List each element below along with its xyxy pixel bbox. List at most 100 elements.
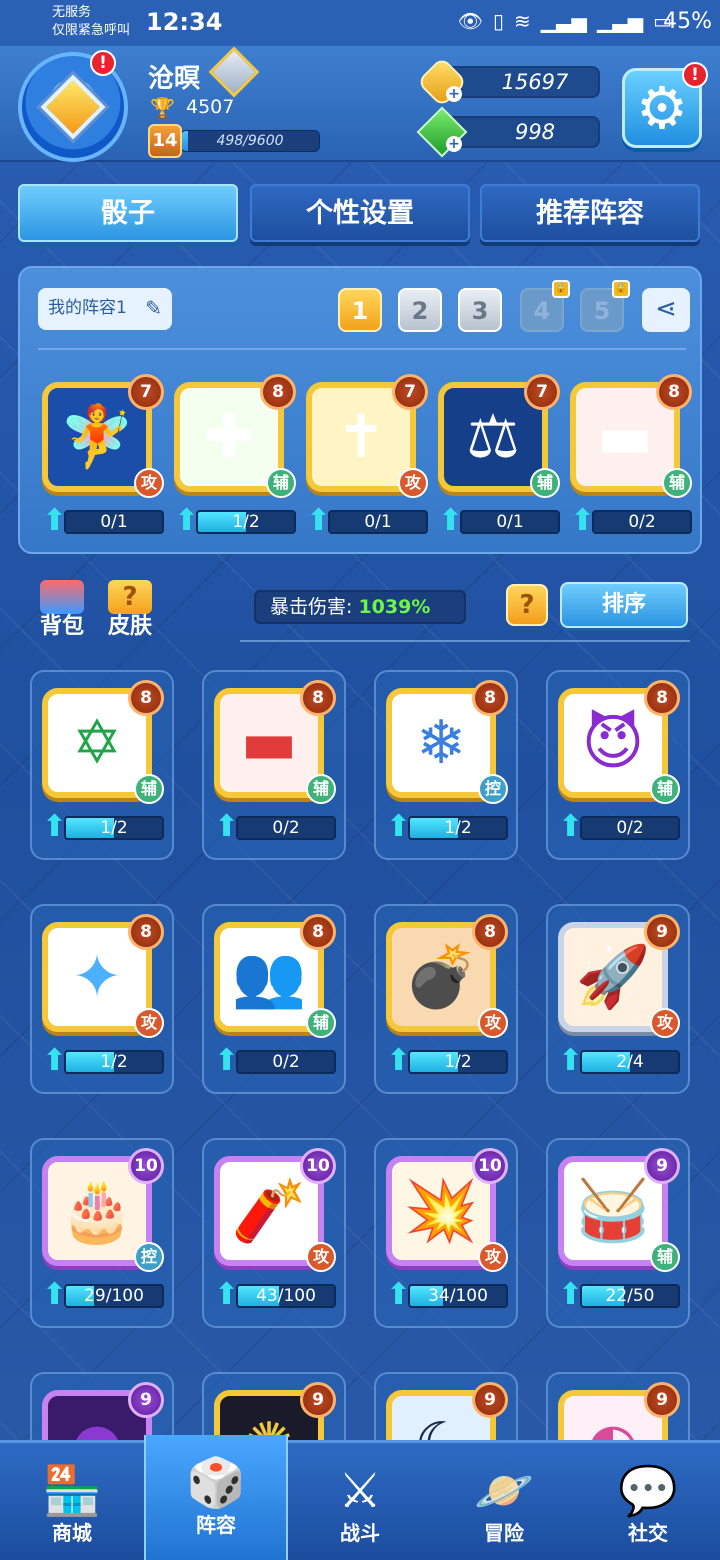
dice-role-badge: 攻 — [650, 1008, 680, 1038]
lineup-slot-3[interactable]: 3 — [458, 288, 502, 332]
upgrade-progress-text: 1/2 — [232, 512, 260, 532]
carrier-info: 无服务 仅限紧急呼叫 — [52, 4, 130, 40]
tab-personalization[interactable]: 个性设置 — [250, 184, 470, 242]
nav-swords[interactable]: ⚔ 战斗 — [288, 1443, 432, 1560]
lock-icon: 🔒 — [612, 280, 630, 298]
cake-icon: 🎂 — [59, 1176, 135, 1246]
bomb-icon: 💣 — [403, 942, 479, 1012]
lineup.dice-dice-card[interactable]: 🧚 7 攻 ⬆ 0/1 — [42, 374, 166, 538]
status-bar: 无服务 仅限紧急呼叫 12:34 👁 ▯ ≋ ▁▃▅ ▁▃▅ ▭ 45% — [0, 0, 720, 46]
collection-dice-card[interactable]: 💥 10 攻 ⬆ 34/100 — [386, 1148, 510, 1312]
upgrade-progress-text: 0/2 — [628, 512, 656, 532]
upgrade-progress-text: 22/50 — [605, 1286, 655, 1306]
vibrate-icon: ▯ — [493, 9, 505, 33]
upgrade-progress-bar: 43/100 — [236, 1284, 336, 1308]
dice-icon: 🎲 — [186, 1455, 246, 1511]
shop-icon: 🏪 — [42, 1463, 102, 1519]
lineup-name-button[interactable]: 我的阵容1 ✎ — [38, 288, 172, 330]
lineup-slot-4[interactable]: 4 🔒 — [520, 280, 570, 332]
eye-icon: 👁 — [457, 9, 483, 33]
upgrade-progress-bar: 0/2 — [236, 1050, 336, 1074]
dice-level-badge: 7 — [392, 374, 428, 410]
carrier-line1: 无服务 — [52, 5, 92, 20]
lineup-slot-5[interactable]: 5 🔒 — [580, 280, 630, 332]
upgrade-progress-text: 0/1 — [364, 512, 392, 532]
upgrade-progress-bar: 1/2 — [196, 510, 296, 534]
share-icon: ⋖ — [655, 294, 677, 324]
nav-planet[interactable]: 🪐 冒险 — [432, 1443, 576, 1560]
upgrade-progress-text: 1/2 — [100, 1052, 128, 1072]
nav-shop[interactable]: 🏪 商城 — [0, 1443, 144, 1560]
upgrade-progress-bar: 22/50 — [580, 1284, 680, 1308]
collection-dice-card[interactable]: ▬ 8 辅 ⬆ 0/2 — [214, 680, 338, 844]
upgrade-progress-bar: 29/100 — [64, 1284, 164, 1308]
add-gold-icon[interactable]: + — [446, 86, 462, 102]
dice-level-badge: 8 — [128, 680, 164, 716]
clock: 12:34 — [146, 8, 223, 36]
collection-dice-card[interactable]: ✦ 8 攻 ⬆ 1/2 — [42, 914, 166, 1078]
dice-level-badge: 8 — [300, 680, 336, 716]
collection-dice-card[interactable]: 🧨 10 攻 ⬆ 43/100 — [214, 1148, 338, 1312]
signal-icon: ▁▃▅ — [540, 9, 587, 33]
upgrade-progress-bar: 1/2 — [408, 1050, 508, 1074]
avatar-alert-badge: ! — [90, 50, 116, 76]
collection-dice-card[interactable]: ❄ 8 控 ⬆ 1/2 — [386, 680, 510, 844]
crit-damage-value: 1039% — [358, 596, 431, 618]
lineup-slot-1[interactable]: 1 — [338, 288, 382, 332]
collection-dice-card[interactable]: 😈 8 辅 ⬆ 0/2 — [558, 680, 682, 844]
level-badge: 14 — [148, 124, 182, 158]
upgrade-progress-bar: 0/1 — [64, 510, 164, 534]
nav-label: 社交 — [628, 1521, 668, 1545]
dice-role-badge: 辅 — [266, 468, 296, 498]
dice-level-badge: 8 — [128, 914, 164, 950]
upgrade-progress-text: 0/2 — [616, 818, 644, 838]
dice-level-badge: 8 — [472, 914, 508, 950]
lineup-slot-2[interactable]: 2 — [398, 288, 442, 332]
dice-role-badge: 攻 — [398, 468, 428, 498]
upgrade-progress-bar: 0/2 — [236, 816, 336, 840]
nav-dice[interactable]: 🎲 阵容 — [144, 1435, 288, 1560]
lineup.dice-dice-card[interactable]: ✚ 8 辅 ⬆ 1/2 — [174, 374, 298, 538]
nav-label: 冒险 — [484, 1521, 524, 1545]
dice-level-badge: 9 — [300, 1382, 336, 1418]
collection-dice-card[interactable]: ✡ 8 辅 ⬆ 1/2 — [42, 680, 166, 844]
dice-role-badge: 攻 — [478, 1242, 508, 1272]
sort-button[interactable]: 排序 — [560, 582, 688, 628]
gold-amount: 15697 — [501, 70, 569, 94]
red-block-icon: ▬ — [596, 402, 654, 472]
upgrade-progress-text: 1/2 — [444, 818, 472, 838]
collection-dice-card[interactable]: 🚀 9 攻 ⬆ 2/4 — [558, 914, 682, 1078]
player-header: ! 沧暝 🏆 4507 498/9600 14 15697 + 998 + ⚙ … — [0, 46, 720, 162]
help-button[interactable]: ? — [506, 584, 548, 626]
collection-dice-card[interactable]: 👥 8 辅 ⬆ 0/2 — [214, 914, 338, 1078]
lineup.dice-dice-card[interactable]: ▬ 8 辅 ⬆ 0/2 — [570, 374, 694, 538]
collection-dice-card[interactable]: 🥁 9 辅 ⬆ 22/50 — [558, 1148, 682, 1312]
nav-chat[interactable]: 💬 社交 — [576, 1443, 720, 1560]
add-gem-icon[interactable]: + — [446, 136, 462, 152]
collection-dice-card[interactable]: 💣 8 攻 ⬆ 1/2 — [386, 914, 510, 1078]
lineup.dice-dice-card[interactable]: ✝ 7 攻 ⬆ 0/1 — [306, 374, 430, 538]
upgrade-progress-text: 0/2 — [272, 818, 300, 838]
bag-button[interactable]: 背包 — [34, 580, 90, 640]
xp-text: 498/9600 — [216, 133, 284, 149]
collection-dice-card[interactable]: 🎂 10 控 ⬆ 29/100 — [42, 1148, 166, 1312]
lineup.dice-dice-card[interactable]: ⚖ 7 辅 ⬆ 0/1 — [438, 374, 562, 538]
nav-label: 商城 — [52, 1521, 92, 1545]
skin-icon: ? — [108, 580, 152, 614]
dice-level-badge: 8 — [472, 680, 508, 716]
share-button[interactable]: ⋖ — [642, 288, 690, 332]
status-icons: 👁 ▯ ≋ ▁▃▅ ▁▃▅ ▭ — [458, 9, 672, 33]
tab-dice[interactable]: 骰子 — [18, 184, 238, 242]
tab-recommended-lineup[interactable]: 推荐阵容 — [480, 184, 700, 242]
dice-role-badge: 攻 — [306, 1242, 336, 1272]
bag-label: 背包 — [39, 614, 84, 639]
snowflake-icon: ❄ — [415, 708, 467, 778]
dice-level-badge: 9 — [128, 1382, 164, 1418]
crit-damage-label: 暴击伤害: — [270, 596, 353, 618]
rocket-icon: 🚀 — [575, 942, 651, 1012]
dice-level-badge: 8 — [644, 680, 680, 716]
swords-icon: ⚔ — [338, 1463, 382, 1519]
upgrade-progress-bar: 1/2 — [408, 816, 508, 840]
skin-button[interactable]: ? 皮肤 — [102, 580, 158, 640]
bag-icon — [40, 580, 84, 614]
